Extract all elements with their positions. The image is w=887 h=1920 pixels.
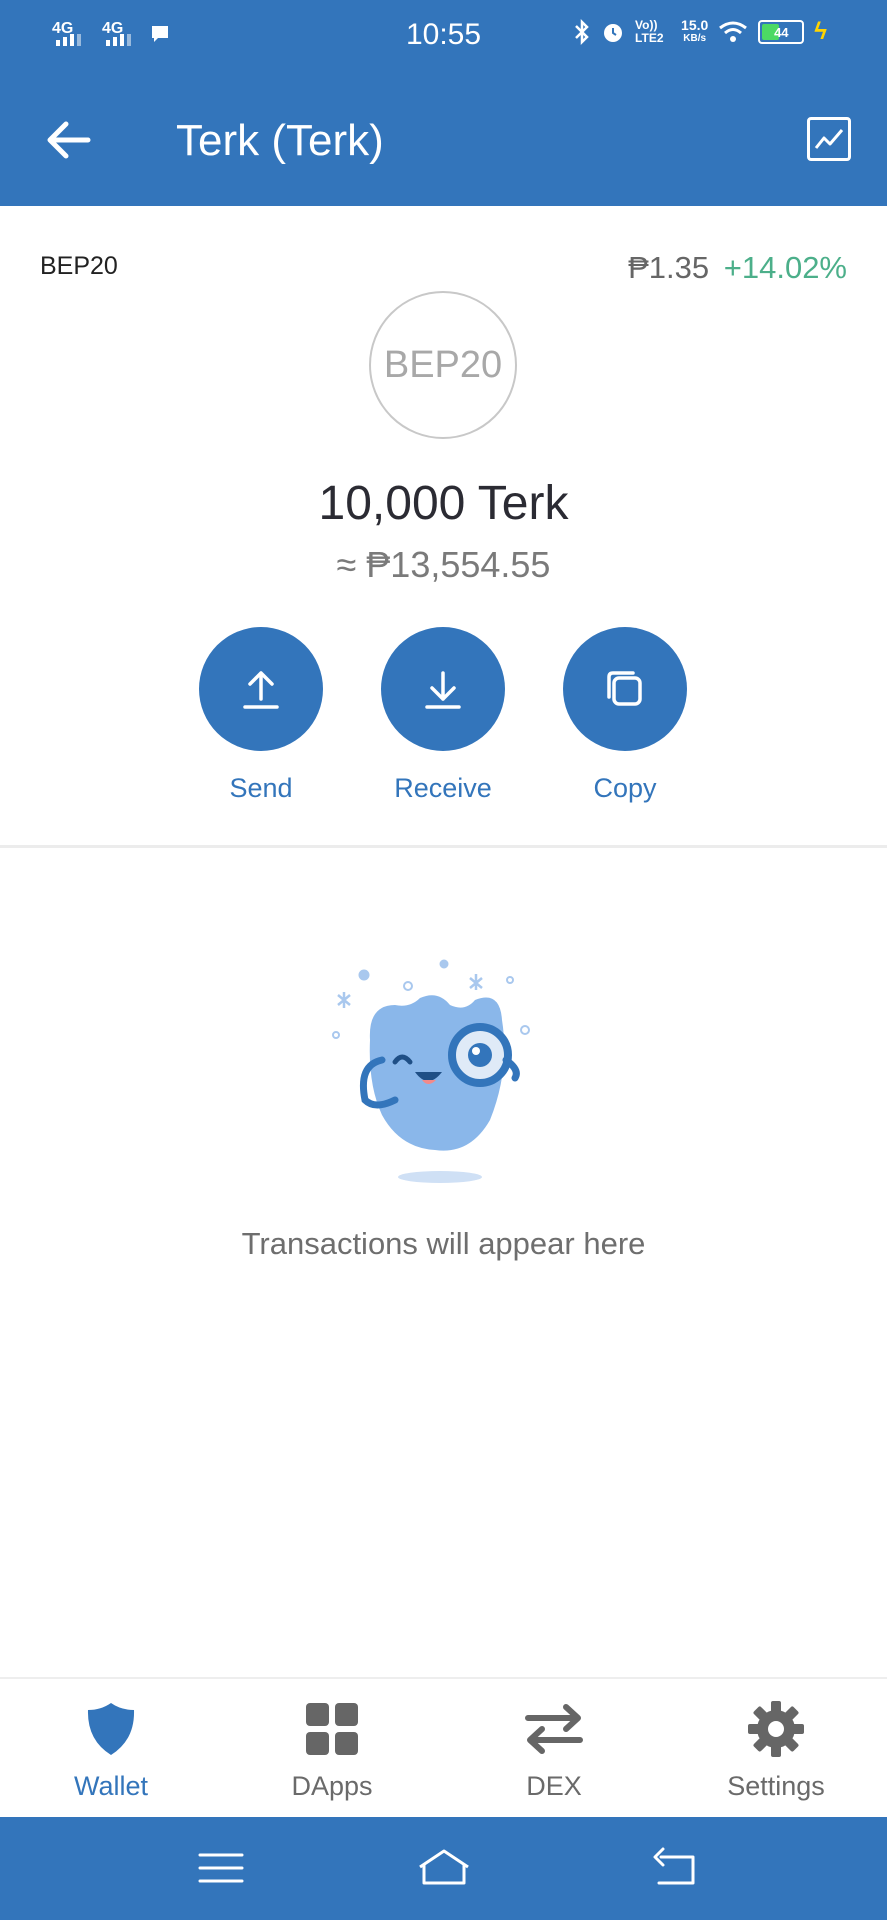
net-speed-value: 15.0 bbox=[681, 17, 709, 33]
copy-icon bbox=[607, 671, 642, 706]
gear-icon bbox=[748, 1701, 804, 1757]
copy-label: Copy bbox=[593, 773, 657, 803]
receive-label: Receive bbox=[394, 773, 492, 803]
token-logo-text: BEP20 bbox=[383, 343, 503, 386]
token-balance: 10,000 Terk bbox=[318, 477, 569, 530]
download-icon bbox=[425, 671, 461, 709]
tab-settings-label: Settings bbox=[727, 1771, 825, 1801]
tab-wallet[interactable]: Wallet bbox=[31, 1699, 191, 1802]
battery-level: 44 bbox=[774, 24, 789, 40]
shield-icon bbox=[87, 1703, 135, 1755]
top-bar: 4G 4G 10:55 Vo)) LTE2 15.0 KB/s 44 ϟ Ter… bbox=[0, 0, 887, 206]
fiat-balance: ≈ ₱13,554.55 bbox=[336, 544, 551, 585]
receive-circle[interactable] bbox=[381, 627, 505, 751]
send-button[interactable]: Send bbox=[199, 627, 323, 804]
back-nav-icon[interactable] bbox=[651, 1845, 701, 1891]
swap-arrows-icon bbox=[525, 1704, 583, 1754]
receive-button[interactable]: Receive bbox=[381, 627, 505, 804]
home-icon[interactable] bbox=[416, 1845, 472, 1891]
tab-dapps[interactable]: DApps bbox=[252, 1699, 412, 1802]
alarm-icon bbox=[604, 24, 623, 42]
empty-state-text: Transactions will appear here bbox=[241, 1226, 646, 1261]
net-speed-unit: KB/s bbox=[683, 33, 707, 44]
price-info: ₱1.35 +14.02% bbox=[628, 250, 847, 286]
bluetooth-icon bbox=[575, 18, 589, 46]
price-change: +14.02% bbox=[723, 250, 847, 285]
tab-dex[interactable]: DEX bbox=[474, 1699, 634, 1802]
tab-settings[interactable]: Settings bbox=[696, 1699, 856, 1802]
grid-icon bbox=[306, 1703, 358, 1755]
copy-circle[interactable] bbox=[563, 627, 687, 751]
system-nav-bar bbox=[0, 1817, 887, 1920]
line-chart-icon bbox=[814, 129, 844, 149]
send-label: Send bbox=[229, 773, 293, 803]
page-title: Terk (Terk) bbox=[176, 116, 384, 165]
token-price: ₱1.35 bbox=[628, 250, 710, 285]
wifi-icon bbox=[719, 21, 748, 42]
arrow-left-icon bbox=[47, 121, 91, 159]
empty-state-illustration bbox=[332, 959, 530, 1183]
menu-icon[interactable] bbox=[196, 1845, 246, 1891]
upload-icon bbox=[243, 671, 279, 709]
net-speed: 15.0 KB/s bbox=[681, 18, 708, 46]
send-circle[interactable] bbox=[199, 627, 323, 751]
section-divider bbox=[0, 845, 887, 848]
back-button[interactable] bbox=[40, 112, 96, 168]
charging-icon: ϟ bbox=[814, 18, 827, 45]
volte-label: Vo)) LTE2 bbox=[635, 18, 664, 45]
status-right: Vo)) LTE2 15.0 KB/s 44 ϟ bbox=[573, 18, 827, 46]
token-logo: BEP20 bbox=[369, 291, 517, 439]
tab-wallet-label: Wallet bbox=[73, 1771, 148, 1801]
copy-button[interactable]: Copy bbox=[563, 627, 687, 804]
network-label: BEP20 bbox=[40, 252, 118, 280]
battery-icon: 44 bbox=[758, 20, 805, 44]
tab-dapps-label: DApps bbox=[291, 1771, 373, 1801]
status-bar: 4G 4G 10:55 Vo)) LTE2 15.0 KB/s 44 ϟ bbox=[0, 0, 887, 72]
app-bar: Terk (Terk) bbox=[0, 72, 887, 206]
shadow bbox=[398, 1171, 482, 1183]
tab-dex-label: DEX bbox=[526, 1771, 582, 1801]
bottom-tab-bar: Wallet DApps DEX Settings bbox=[0, 1677, 887, 1817]
price-chart-button[interactable] bbox=[807, 117, 851, 161]
